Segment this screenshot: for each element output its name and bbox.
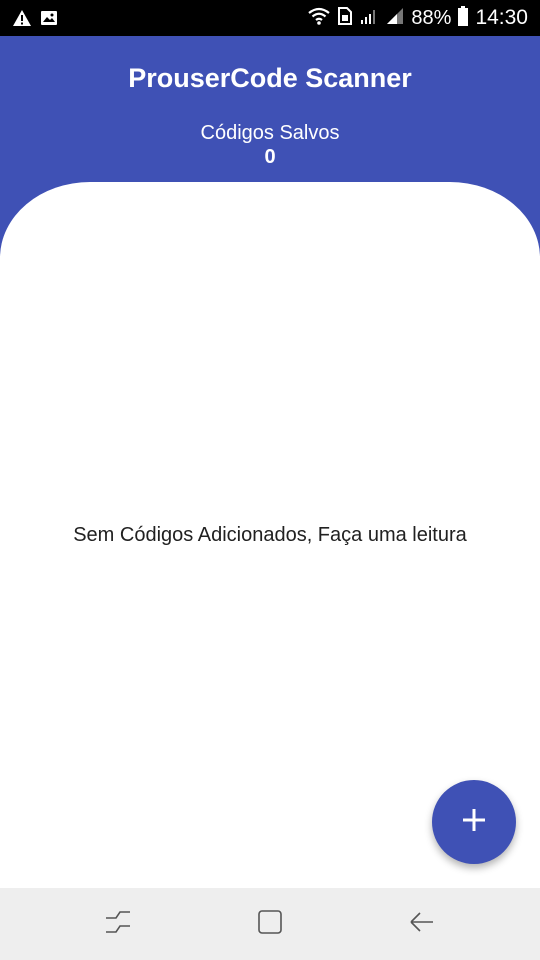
home-icon — [256, 908, 284, 941]
warning-icon — [12, 8, 32, 33]
battery-percent: 88% — [411, 7, 452, 29]
status-bar: 88% 14:30 — [0, 0, 540, 36]
add-scan-button[interactable] — [432, 780, 516, 864]
add-icon — [461, 807, 487, 838]
signal-icon — [359, 6, 379, 31]
back-icon — [407, 908, 435, 941]
saved-codes-label: Códigos Salvos — [200, 122, 340, 144]
recent-apps-button[interactable] — [100, 906, 136, 942]
saved-codes-count: 0 — [264, 146, 276, 168]
sim-icon — [337, 6, 353, 31]
system-nav-bar — [0, 888, 540, 960]
clock: 14:30 — [475, 6, 528, 29]
page-title: ProuserCode Scanner — [128, 63, 412, 93]
status-right-icons: 88% 14:30 — [307, 0, 528, 36]
status-left-icons — [12, 8, 58, 33]
back-button[interactable] — [403, 906, 439, 942]
signal-icon — [385, 6, 405, 31]
wifi-icon — [307, 6, 331, 31]
empty-state-message: Sem Códigos Adicionados, Faça uma leitur… — [73, 524, 467, 546]
battery-icon — [457, 5, 469, 32]
home-button[interactable] — [252, 906, 288, 942]
image-icon — [40, 9, 58, 32]
recent-apps-icon — [104, 908, 132, 941]
